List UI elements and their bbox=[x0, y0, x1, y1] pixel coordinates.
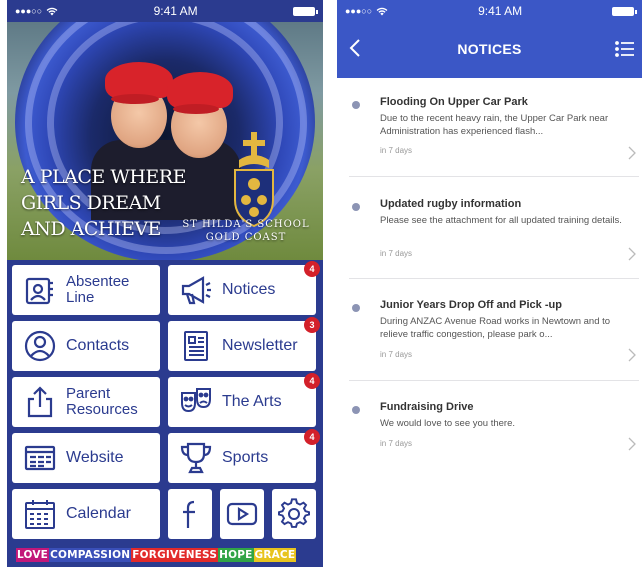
megaphone-icon bbox=[178, 272, 214, 308]
unread-dot bbox=[352, 304, 360, 312]
status-bar: ●●●○○ 9:41 AM bbox=[337, 0, 642, 22]
page-title: NOTICES bbox=[457, 41, 522, 57]
value-hope: HOPE bbox=[218, 548, 254, 562]
wifi-icon bbox=[376, 7, 388, 15]
value-forgiveness: FORGIVENESS bbox=[131, 548, 219, 562]
tile-absentee-line[interactable]: Absentee Line bbox=[12, 265, 160, 315]
chevron-right-icon bbox=[628, 348, 636, 362]
back-chevron-icon[interactable] bbox=[345, 37, 367, 59]
chevron-right-icon bbox=[628, 146, 636, 160]
calendar-icon bbox=[22, 496, 58, 532]
contact-icon bbox=[22, 328, 58, 364]
notice-item[interactable]: Updated rugby information Please see the… bbox=[349, 198, 641, 274]
tagline-line: AND ACHIEVE bbox=[21, 218, 161, 240]
notification-badge: 4 bbox=[304, 261, 320, 277]
tile-label: Parent Resources bbox=[66, 385, 138, 418]
school-name: ST HILDA'S SCHOOL GOLD COAST bbox=[171, 218, 321, 244]
status-time: 9:41 AM bbox=[153, 4, 198, 18]
tile-label: Absentee Line bbox=[66, 273, 130, 306]
tile-label: Notices bbox=[222, 281, 276, 298]
tile-notices[interactable]: Notices 4 bbox=[168, 261, 320, 315]
notice-title: Fundraising Drive bbox=[380, 401, 474, 413]
value-love: LOVE bbox=[16, 548, 50, 562]
school-crest-icon bbox=[234, 132, 274, 228]
notification-badge: 3 bbox=[304, 317, 320, 333]
tile-label: The Arts bbox=[222, 393, 282, 410]
school-name-line: GOLD COAST bbox=[205, 232, 287, 243]
red-cap bbox=[167, 72, 233, 114]
facebook-icon bbox=[172, 496, 208, 532]
tagline-line: A PLACE WHERE bbox=[21, 166, 186, 188]
divider bbox=[349, 176, 639, 177]
notification-badge: 4 bbox=[304, 429, 320, 445]
signal-indicator: ●●●○○ bbox=[15, 6, 43, 16]
tile-label: Sports bbox=[222, 449, 269, 466]
notice-description: During ANZAC Avenue Road works in Newtow… bbox=[380, 316, 611, 340]
hero-banner: A PLACE WHERE GIRLS DREAM AND ACHIEVE ST… bbox=[7, 22, 323, 260]
signal-indicator: ●●●○○ bbox=[345, 6, 373, 16]
notification-badge: 4 bbox=[304, 373, 320, 389]
notice-title: Updated rugby information bbox=[380, 198, 522, 210]
tile-label: Contacts bbox=[66, 337, 130, 354]
tile-the-arts[interactable]: The Arts 4 bbox=[168, 373, 320, 427]
facebook-button[interactable] bbox=[168, 489, 212, 539]
chevron-right-icon bbox=[628, 247, 636, 261]
status-bar: ●●●○○ 9:41 AM bbox=[7, 0, 323, 22]
youtube-button[interactable] bbox=[220, 489, 264, 539]
notice-description: Please see the attachment for all update… bbox=[380, 215, 622, 226]
unread-dot bbox=[352, 406, 360, 414]
battery-icon bbox=[293, 6, 318, 16]
tile-calendar[interactable]: Calendar bbox=[12, 489, 160, 539]
unread-dot bbox=[352, 101, 360, 109]
upload-icon bbox=[22, 384, 58, 420]
tagline-line: GIRLS DREAM bbox=[21, 192, 161, 214]
tile-label: Website bbox=[66, 449, 124, 466]
notice-time: in 7 days bbox=[380, 249, 413, 258]
notice-time: in 7 days bbox=[380, 350, 413, 359]
notice-title: Junior Years Drop Off and Pick -up bbox=[380, 299, 562, 311]
notice-description: Due to the recent heavy rain, the Upper … bbox=[380, 113, 609, 137]
tile-sports[interactable]: Sports 4 bbox=[168, 429, 320, 483]
home-screen: ●●●○○ 9:41 AM A PLACE WHERE GIRLS DREAM bbox=[7, 0, 323, 567]
tile-newsletter[interactable]: Newsletter 3 bbox=[168, 317, 320, 371]
notice-description: We would love to see you there. bbox=[380, 418, 516, 429]
notice-item[interactable]: Junior Years Drop Off and Pick -up Durin… bbox=[349, 299, 641, 375]
list-menu-icon[interactable] bbox=[614, 38, 636, 60]
settings-button[interactable] bbox=[272, 489, 316, 539]
nav-bar: NOTICES bbox=[337, 22, 642, 76]
school-values-bar: LOVE COMPASSION FORGIVENESS HOPE GRACE bbox=[16, 548, 316, 562]
chevron-right-icon bbox=[628, 437, 636, 451]
value-compassion: COMPASSION bbox=[49, 548, 132, 562]
unread-dot bbox=[352, 203, 360, 211]
header: ●●●○○ 9:41 AM NOTICES bbox=[337, 0, 642, 78]
battery-icon bbox=[612, 6, 637, 16]
school-name-line: ST HILDA'S SCHOOL bbox=[182, 219, 310, 230]
tile-label: Newsletter bbox=[222, 337, 298, 354]
notice-item[interactable]: Fundraising Drive We would love to see y… bbox=[349, 401, 641, 461]
wifi-icon bbox=[46, 7, 58, 15]
status-time: 9:41 AM bbox=[478, 4, 523, 18]
browser-icon bbox=[22, 440, 58, 476]
tile-parent-resources[interactable]: Parent Resources bbox=[12, 377, 160, 427]
divider bbox=[349, 278, 639, 279]
notice-time: in 7 days bbox=[380, 146, 413, 155]
notices-screen: ●●●○○ 9:41 AM NOTICES Flooding On Upper … bbox=[337, 0, 642, 567]
notice-item[interactable]: Flooding On Upper Car Park Due to the re… bbox=[349, 96, 641, 172]
tile-label: Calendar bbox=[66, 505, 131, 522]
notice-time: in 7 days bbox=[380, 439, 413, 448]
tile-website[interactable]: Website bbox=[12, 433, 160, 483]
settings-gear-icon bbox=[276, 496, 312, 532]
divider bbox=[349, 380, 639, 381]
notice-title: Flooding On Upper Car Park bbox=[380, 96, 528, 108]
youtube-icon bbox=[224, 496, 260, 532]
tile-contacts[interactable]: Contacts bbox=[12, 321, 160, 371]
theatre-masks-icon bbox=[178, 384, 214, 420]
newsletter-icon bbox=[178, 328, 214, 364]
red-cap bbox=[105, 62, 173, 104]
trophy-icon bbox=[178, 440, 214, 476]
hero-tagline: A PLACE WHERE GIRLS DREAM AND ACHIEVE bbox=[21, 164, 186, 242]
value-grace: GRACE bbox=[253, 548, 297, 562]
absentee-icon bbox=[22, 272, 58, 308]
